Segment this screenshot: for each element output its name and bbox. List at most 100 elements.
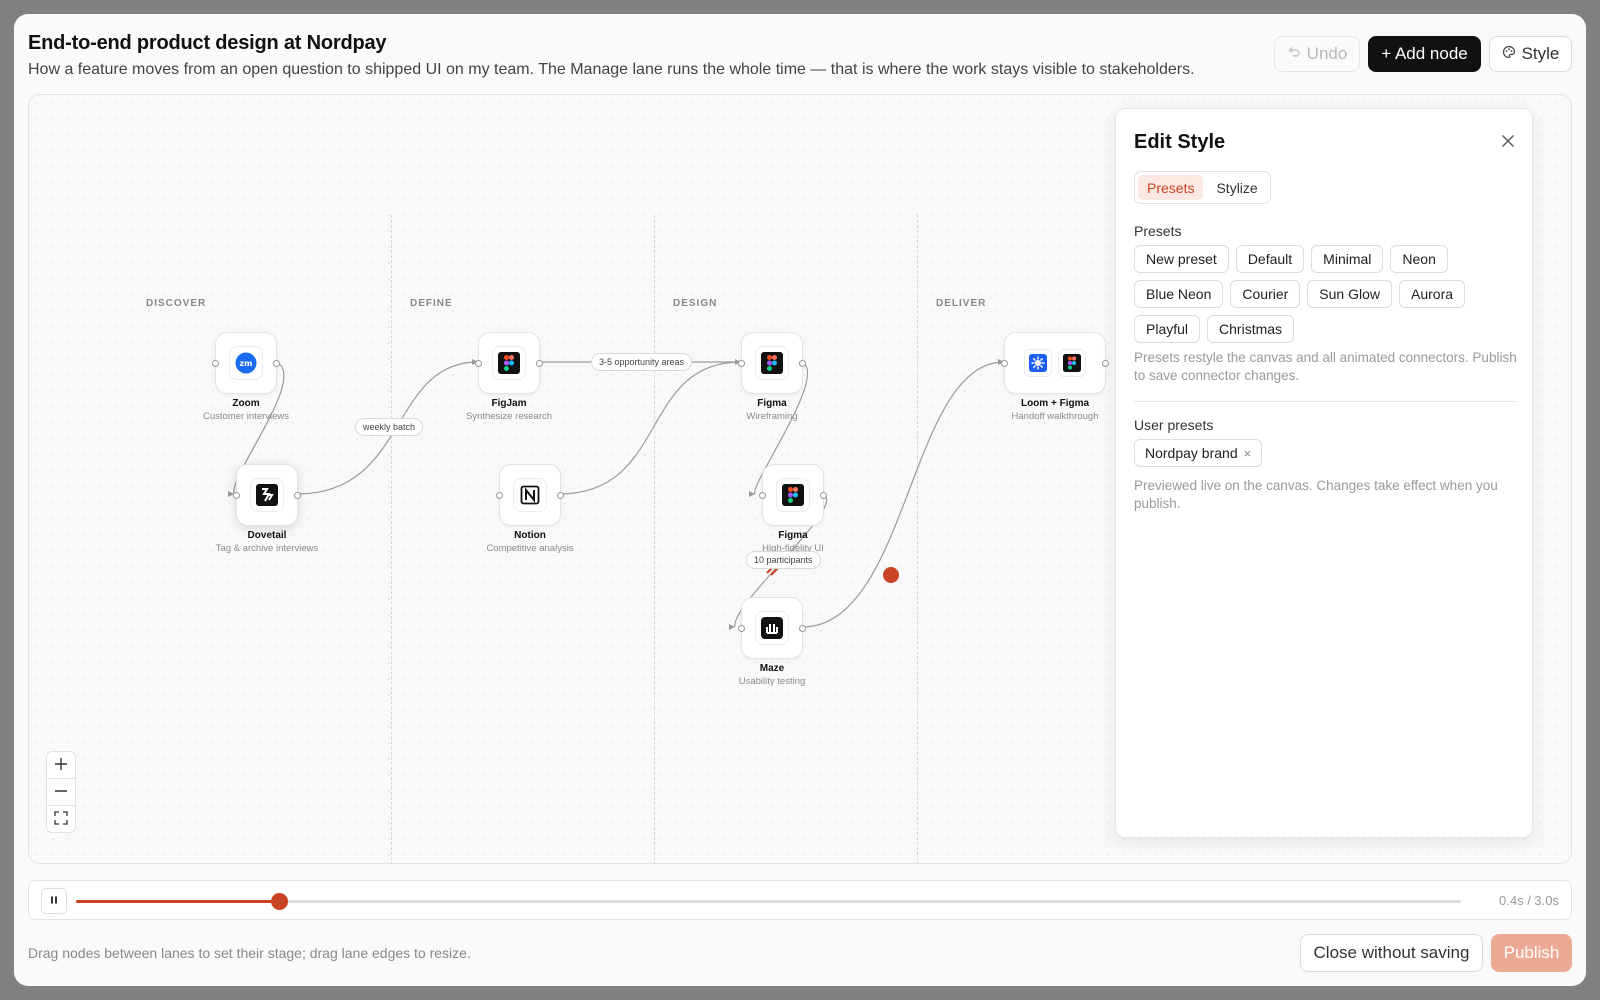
node-name: Notion	[514, 530, 546, 541]
node-port[interactable]	[738, 360, 745, 367]
publish-button[interactable]: Publish	[1491, 934, 1572, 972]
panel-title: Edit Style	[1134, 131, 1226, 153]
node-name: FigJam	[491, 398, 527, 409]
edge-label[interactable]: weekly batch	[355, 418, 424, 436]
preset-minimal[interactable]: Minimal	[1311, 245, 1384, 273]
preset-list: New preset Default Minimal Neon Blue Neo…	[1134, 245, 1519, 343]
remove-preset-icon[interactable]: ×	[1244, 446, 1252, 461]
figma-icon	[755, 346, 789, 380]
figma-icon	[1058, 349, 1086, 377]
node-port[interactable]	[273, 360, 280, 367]
node-name: Dovetail	[247, 530, 287, 541]
pause-icon	[49, 892, 59, 910]
presets-note: Presets restyle the canvas and all anima…	[1134, 350, 1517, 383]
zoom-icon: zm	[229, 346, 263, 380]
node-loom-figma[interactable]	[1001, 332, 1109, 394]
panel-divider	[1134, 401, 1516, 402]
node-desc: Usability testing	[738, 676, 806, 687]
node-figma-wireframing[interactable]	[738, 332, 806, 394]
style-editor-modal: End-to-end product design at Nordpay How…	[14, 14, 1586, 986]
zoom-out-button[interactable]	[46, 778, 76, 806]
loom-icon	[1024, 349, 1052, 377]
user-presets-note: Previewed live on the canvas. Changes ta…	[1134, 478, 1498, 511]
fit-view-button[interactable]	[46, 805, 76, 833]
preset-new[interactable]: New preset	[1134, 245, 1229, 273]
node-desc: Synthesize research	[465, 411, 553, 422]
node-port[interactable]	[294, 492, 301, 499]
page-title: End-to-end product design at Nordpay	[28, 32, 387, 54]
panel-tabs: Presets Stylize	[1134, 171, 1271, 204]
node-port[interactable]	[233, 492, 240, 499]
preset-christmas[interactable]: Christmas	[1207, 315, 1295, 343]
palette-icon	[1502, 44, 1516, 64]
preset-playful[interactable]: Playful	[1134, 315, 1201, 343]
timeline-scrubber[interactable]	[271, 893, 289, 910]
preset-blue-neon[interactable]: Blue Neon	[1134, 280, 1224, 308]
node-figjam[interactable]	[475, 332, 543, 394]
edge-label[interactable]: 10 participants	[746, 551, 821, 569]
node-port[interactable]	[212, 360, 219, 367]
timeline-track[interactable]	[76, 893, 1461, 910]
connector-notion-figma	[558, 361, 742, 495]
page-subtitle: How a feature moves from an open questio…	[28, 61, 1195, 78]
tab-stylize[interactable]: Stylize	[1207, 175, 1266, 200]
close-without-saving-button[interactable]: Close without saving	[1300, 934, 1483, 972]
edge-label[interactable]: 3-5 opportunity areas	[591, 353, 693, 371]
node-name: Figma	[778, 530, 808, 541]
user-preset-chip[interactable]: Nordpay brand ×	[1134, 439, 1263, 467]
timeline: 0.4s / 3.0s	[28, 880, 1572, 920]
svg-text:zm: zm	[240, 359, 253, 368]
node-port[interactable]	[738, 625, 745, 632]
figma-icon	[776, 478, 810, 512]
edit-style-panel: Edit Style Presets Stylize Presets New p…	[1115, 108, 1533, 838]
undo-button[interactable]: Undo	[1274, 36, 1360, 72]
node-port[interactable]	[475, 360, 482, 367]
node-port[interactable]	[496, 492, 503, 499]
node-port[interactable]	[536, 360, 543, 367]
node-port[interactable]	[759, 492, 766, 499]
figjam-icon	[492, 346, 526, 380]
preset-default[interactable]: Default	[1235, 245, 1305, 273]
node-name: Zoom	[232, 398, 260, 409]
node-figma-hifi[interactable]	[759, 464, 827, 526]
time-readout: 0.4s / 3.0s	[1499, 893, 1559, 908]
pause-button[interactable]	[41, 888, 67, 914]
timeline-progress	[76, 900, 280, 903]
node-desc: Handoff walkthrough	[1011, 411, 1099, 422]
close-icon	[1501, 134, 1515, 153]
plus-icon	[54, 755, 68, 776]
add-node-button[interactable]: + Add node	[1368, 36, 1481, 72]
preset-courier[interactable]: Courier	[1230, 280, 1301, 308]
undo-icon	[1287, 44, 1301, 64]
node-notion[interactable]	[496, 464, 564, 526]
tab-presets[interactable]: Presets	[1138, 175, 1204, 200]
preset-neon[interactable]: Neon	[1390, 245, 1448, 273]
node-desc: Wireframing	[746, 411, 798, 422]
presets-label: Presets	[1134, 223, 1182, 239]
node-port[interactable]	[799, 625, 806, 632]
fullscreen-icon	[54, 809, 68, 830]
style-button[interactable]: Style	[1489, 36, 1572, 72]
dovetail-icon	[250, 478, 284, 512]
node-port[interactable]	[1102, 360, 1109, 367]
user-presets-label: User presets	[1134, 417, 1214, 433]
notion-icon	[513, 478, 547, 512]
minus-icon	[54, 782, 68, 803]
node-port[interactable]	[1001, 360, 1008, 367]
maze-icon	[755, 611, 789, 645]
node-maze[interactable]	[738, 597, 806, 659]
zoom-in-button[interactable]	[46, 751, 76, 779]
node-dovetail[interactable]	[233, 464, 301, 526]
user-preset-label: Nordpay brand	[1145, 445, 1238, 461]
node-name: Loom + Figma	[1020, 398, 1090, 409]
node-port[interactable]	[557, 492, 564, 499]
style-label: Style	[1521, 44, 1560, 63]
preset-sun-glow[interactable]: Sun Glow	[1307, 280, 1392, 308]
node-port[interactable]	[799, 360, 806, 367]
node-name: Figma	[757, 398, 787, 409]
close-panel-button[interactable]	[1498, 133, 1518, 153]
node-zoom[interactable]: zm	[212, 332, 280, 394]
preset-aurora[interactable]: Aurora	[1399, 280, 1466, 308]
node-desc: Competitive analysis	[486, 543, 574, 554]
node-port[interactable]	[820, 492, 827, 499]
